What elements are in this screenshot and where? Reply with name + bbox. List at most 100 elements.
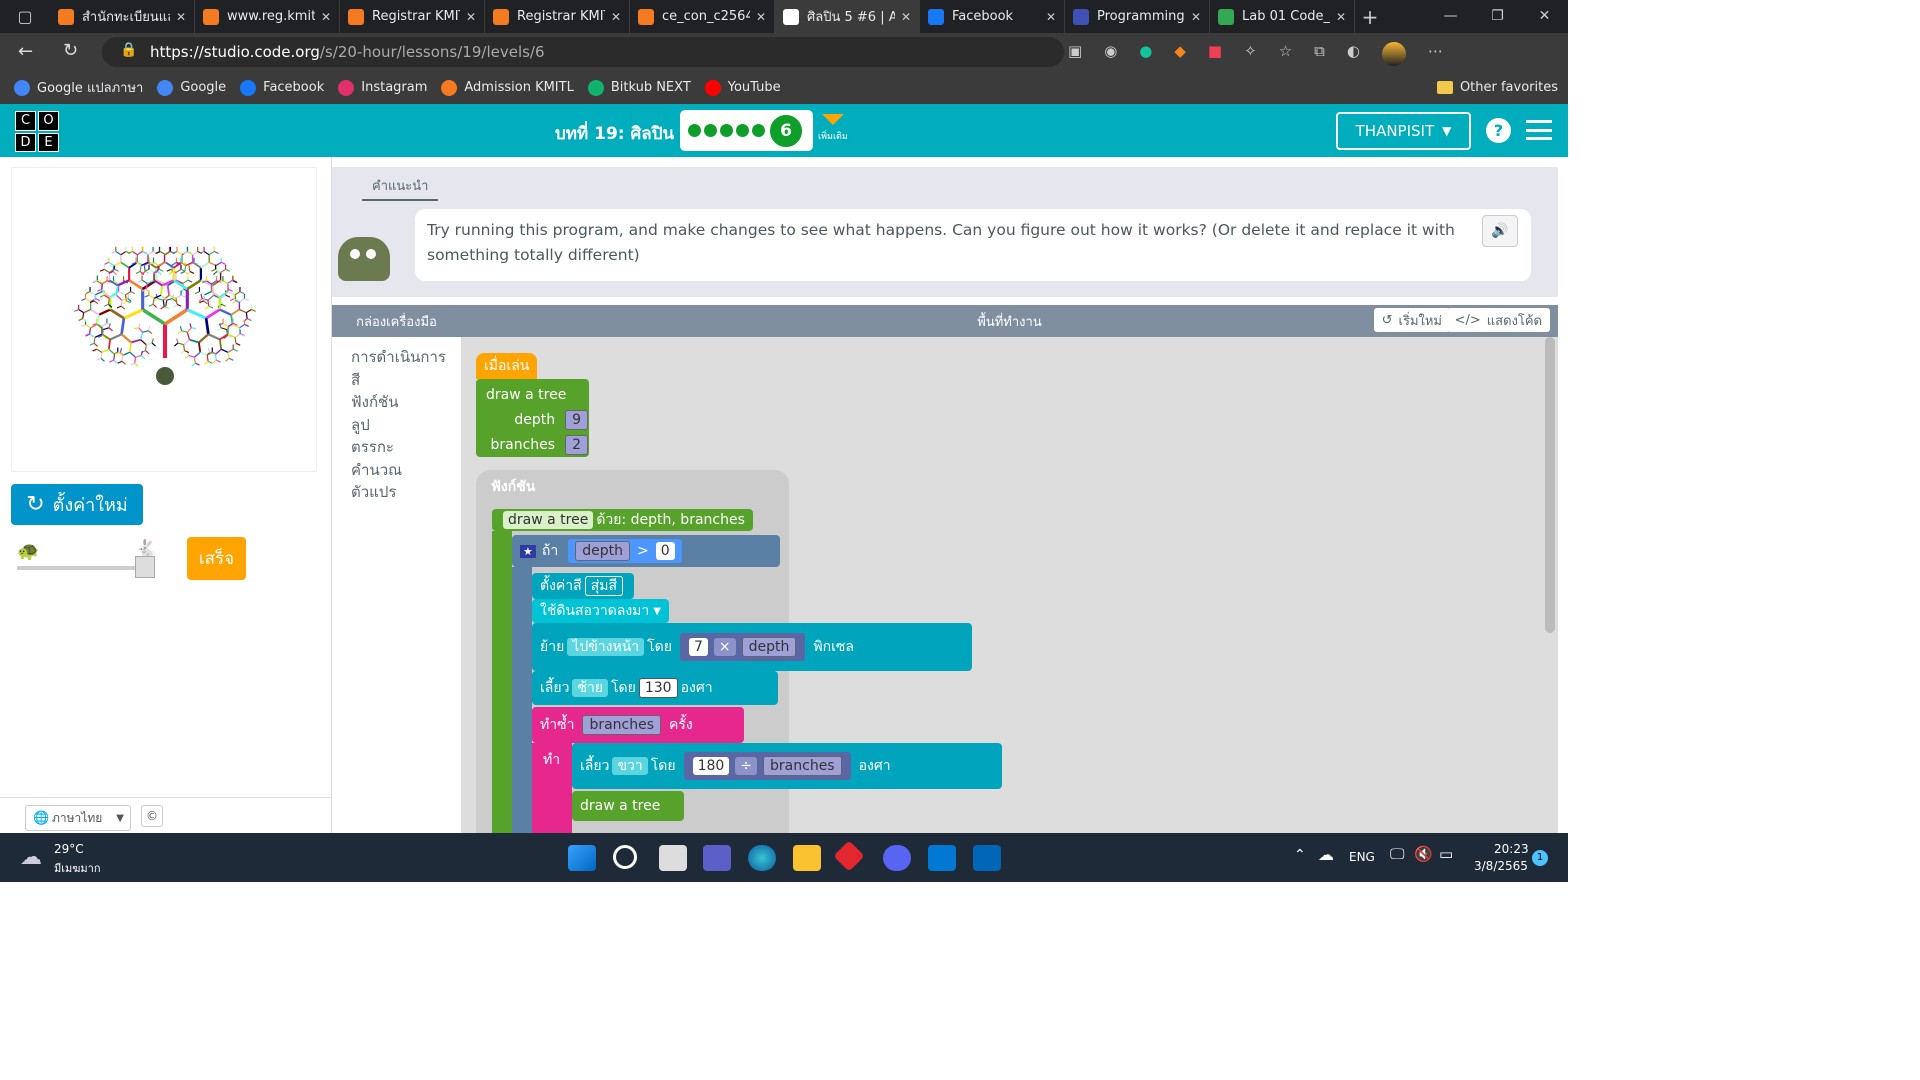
reset-button[interactable]: ↻ ตั้งค่าใหม่	[11, 484, 143, 525]
grammarly-icon[interactable]: ●	[1139, 42, 1152, 66]
bookmark-item[interactable]: Instagram	[338, 77, 427, 98]
more-menu-icon[interactable]: ⋯	[1428, 42, 1443, 66]
turn-right-block[interactable]: เลี้ยว ขวา โดย 180 ÷ branches องศา	[572, 743, 1002, 789]
level-dot[interactable]	[752, 124, 765, 137]
toolbox-category[interactable]: การดำเนินการ	[332, 345, 461, 368]
chevron-up-icon[interactable]: ⌃	[1294, 847, 1306, 863]
divide-block[interactable]: 180 ÷ branches	[683, 752, 851, 780]
lesson-title[interactable]: บทที่ 19: ศิลปิน 5	[555, 120, 692, 147]
browser-tab[interactable]: ce_con_c2564 ✕	[630, 0, 775, 33]
user-menu-button[interactable]: THANPISIT ▼	[1336, 112, 1471, 150]
level-dot[interactable]	[736, 124, 749, 137]
tab-actions-icon[interactable]: ▢	[0, 0, 50, 33]
other-favorites[interactable]: Other favorites	[1436, 80, 1558, 95]
close-window-icon[interactable]: ✕	[1521, 0, 1568, 33]
anydesk-icon[interactable]	[833, 840, 865, 872]
more-levels[interactable]: เพิ่มเติม	[818, 114, 848, 143]
finish-button[interactable]: เสร็จ	[187, 537, 246, 580]
slider-handle[interactable]	[135, 556, 155, 578]
input-language[interactable]: ENG	[1349, 850, 1375, 864]
hamburger-menu-icon[interactable]	[1526, 120, 1552, 140]
toolbox-category[interactable]: คำนวณ	[332, 458, 461, 481]
when-run-block[interactable]: เมื่อเล่น	[476, 353, 538, 379]
level-dot[interactable]	[688, 124, 701, 137]
close-tab-icon[interactable]: ✕	[1191, 10, 1201, 24]
browser-tab[interactable]: Programming ✕	[1065, 0, 1210, 33]
browser-tab[interactable]: www.reg.kmitl ✕	[195, 0, 340, 33]
level-dot[interactable]	[704, 124, 717, 137]
move-forward-block[interactable]: ย้าย ไปข้างหน้า โดย 7 × depth พิกเซล	[532, 623, 972, 671]
tab-instructions[interactable]: คำแนะนำ	[362, 172, 439, 201]
recursive-draw-tree-block[interactable]: draw a tree	[572, 791, 684, 821]
task-view-icon[interactable]	[659, 845, 687, 871]
close-tab-icon[interactable]: ✕	[756, 10, 766, 24]
url-field[interactable]: 🔒 https://studio.code.org/s/20-hour/less…	[102, 37, 1064, 67]
turn-left-block[interactable]: เลี้ยว ซ้าย โดย 130 องศา	[532, 671, 778, 705]
new-tab-icon[interactable]: +	[1355, 5, 1385, 29]
bookmark-item[interactable]: Google	[157, 77, 226, 98]
set-color-block[interactable]: ตั้งค่าสี สุ่มสี	[532, 573, 635, 599]
clock-time[interactable]: 20:23	[1494, 842, 1529, 856]
discord-icon[interactable]	[883, 845, 911, 871]
profile-avatar[interactable]	[1381, 42, 1406, 66]
code-logo[interactable]: C O D E	[15, 111, 59, 152]
onedrive-cloud-icon[interactable]: ☁	[1318, 845, 1334, 864]
copyright-button[interactable]: ©	[141, 805, 163, 827]
vscode-icon[interactable]	[973, 845, 1001, 871]
browser-tab[interactable]: Facebook ✕	[920, 0, 1065, 33]
toolbox-category[interactable]: ตรรกะ	[332, 435, 461, 458]
pen-down-block[interactable]: ใช้ดินสอวาดลงมา ▼	[532, 599, 669, 623]
browser-tab[interactable]: ศิลปิน 5 #6 | Ac ✕	[775, 0, 920, 33]
network-icon[interactable]: 🖵	[1390, 845, 1404, 863]
if-block[interactable]: ★ ถ้า depth > 0	[512, 535, 780, 567]
minimize-icon[interactable]: —	[1427, 0, 1474, 33]
current-level-bubble[interactable]: 6	[768, 112, 804, 149]
file-explorer-icon[interactable]	[793, 845, 821, 871]
blockly-canvas[interactable]: เมื่อเล่น draw a tree depth 9 branches 2 ฟ…	[461, 337, 1558, 833]
pocket-icon[interactable]: ■	[1208, 42, 1222, 66]
level-dot[interactable]	[720, 124, 733, 137]
compare-block[interactable]: depth > 0	[568, 539, 682, 563]
browser-tab[interactable]: Registrar KMIT ✕	[340, 0, 485, 33]
repeat-block[interactable]: ทำซ้ำ branches ครั้ง	[532, 707, 744, 743]
close-tab-icon[interactable]: ✕	[901, 10, 911, 24]
toolbox-category[interactable]: ตัวแปร	[332, 480, 461, 503]
function-definition-block[interactable]: draw a tree ด้วย: depth, branches	[492, 509, 753, 531]
bookmark-item[interactable]: YouTube	[704, 77, 781, 98]
language-select[interactable]: 🌐 ภาษาไทย ▼	[25, 805, 131, 831]
toolbox-category[interactable]: สี	[332, 368, 461, 391]
notification-badge[interactable]: 1	[1532, 850, 1548, 866]
teams-chat-icon[interactable]	[703, 845, 731, 871]
help-button[interactable]: ?	[1486, 118, 1511, 143]
multiply-block[interactable]: 7 × depth	[679, 633, 806, 661]
mutator-star-icon[interactable]: ★	[520, 544, 536, 558]
battery-icon[interactable]: ▭	[1439, 845, 1453, 863]
close-tab-icon[interactable]: ✕	[1336, 10, 1346, 24]
refresh-icon[interactable]: ↻	[63, 40, 78, 61]
search-icon[interactable]	[613, 845, 637, 869]
browser-tab[interactable]: สำนักทะเบียนและ ✕	[50, 0, 195, 33]
depth-arg[interactable]: 9	[565, 410, 588, 430]
branches-arg[interactable]: 2	[565, 435, 588, 455]
show-code-button[interactable]: </> แสดงโค้ด	[1446, 308, 1550, 332]
favorites-icon[interactable]: ☆	[1279, 42, 1292, 66]
start-icon[interactable]	[568, 845, 596, 871]
close-tab-icon[interactable]: ✕	[176, 10, 186, 24]
browser-tab[interactable]: Lab 01 Code_C ✕	[1210, 0, 1355, 33]
toolbox-category[interactable]: ฟังก์ชัน	[332, 390, 461, 413]
workspace-scrollbar[interactable]	[1545, 337, 1555, 633]
speed-slider[interactable]	[17, 556, 155, 578]
extension-icon[interactable]: ◉	[1104, 42, 1117, 66]
toolbox-category[interactable]: ลูป	[332, 413, 461, 436]
edge-icon[interactable]	[748, 845, 776, 871]
extension-icon[interactable]: ▣	[1068, 42, 1082, 66]
weather-temp[interactable]: 29°C	[54, 842, 84, 856]
close-tab-icon[interactable]: ✕	[321, 10, 331, 24]
mail-icon[interactable]	[928, 845, 956, 871]
bookmark-item[interactable]: Google แปลภาษา	[14, 77, 143, 98]
close-tab-icon[interactable]: ✕	[1046, 10, 1056, 24]
edge-icon[interactable]: ◐	[1347, 42, 1360, 66]
bookmark-item[interactable]: Facebook	[240, 77, 324, 98]
clock-date[interactable]: 3/8/2565	[1474, 859, 1528, 873]
volume-muted-icon[interactable]: 🔇	[1414, 845, 1433, 863]
